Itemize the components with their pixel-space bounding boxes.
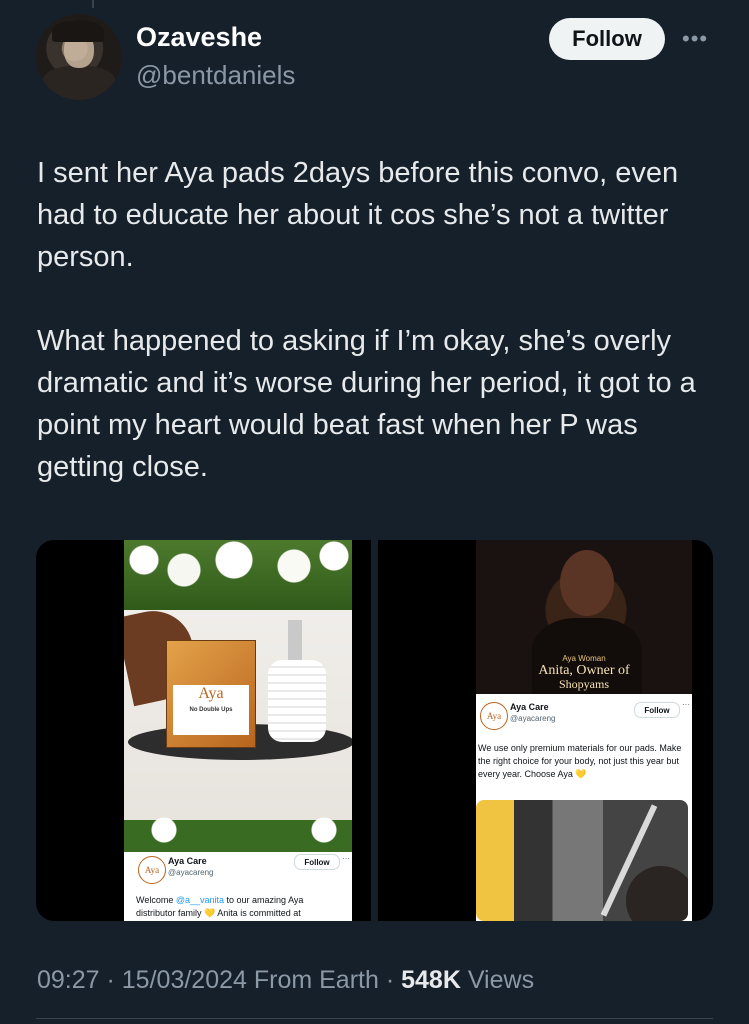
embedded-follow-button: Follow: [634, 702, 680, 718]
heart-icon: 💛: [204, 908, 216, 918]
aya-care-handle: @ayacareng: [510, 714, 556, 723]
divider: [36, 1018, 713, 1019]
embedded-tweet-text: Welcome @a__vanita to our amazing Aya di…: [136, 894, 340, 920]
embedded-mention: @a__vanita: [175, 895, 225, 905]
more-options-icon[interactable]: •••: [682, 26, 708, 52]
store-person-head: [626, 866, 688, 921]
tweet-source: From Earth: [253, 966, 379, 994]
heart-icon: 💛: [575, 769, 587, 779]
tweet-header: Ozaveshe @bentdaniels Follow •••: [36, 14, 716, 104]
avatar-hat: [52, 20, 104, 42]
embedded-tweet-card: Aya Aya Care @ayacareng Follow ··· Welco…: [124, 852, 352, 921]
separator: ·: [378, 966, 402, 994]
embedded-text-pre: Welcome: [136, 895, 176, 905]
portrait-title-line2: Shopyams: [558, 677, 609, 691]
tweet-text: I sent her Aya pads 2days before this co…: [37, 152, 717, 488]
product-photo: Aya No Double Ups: [124, 540, 352, 852]
views-label: Views: [467, 966, 535, 994]
flowers-decoration: [124, 540, 352, 610]
separator: ·: [99, 966, 122, 994]
aya-box-label: Aya No Double Ups: [173, 685, 249, 735]
aya-care-name: Aya Care: [168, 856, 207, 866]
tweet-paragraph: What happened to asking if I’m okay, she…: [37, 325, 696, 483]
embedded-more-icon: ···: [682, 700, 690, 709]
aya-care-avatar: Aya: [480, 702, 508, 730]
tweet-paragraph: I sent her Aya pads 2days before this co…: [37, 157, 679, 273]
follow-button[interactable]: Follow: [549, 18, 665, 60]
author-avatar[interactable]: [36, 14, 122, 100]
embedded-text-end: Anita is committed at: [215, 908, 301, 918]
flowers-bottom-decoration: [124, 810, 352, 852]
portrait-overline: Aya Woman: [562, 654, 606, 663]
dispenser-pump: [288, 620, 302, 660]
media-image-1[interactable]: Aya No Double Ups Aya Aya Care @ayacaren…: [36, 540, 371, 921]
embedded-follow-button: Follow: [294, 854, 340, 870]
portrait-caption: Aya Woman Anita, Owner of Shopyams: [476, 654, 692, 692]
tweet-date[interactable]: 15/03/2024: [122, 966, 247, 994]
embedded-more-icon: ···: [342, 854, 350, 863]
avatar-coat: [42, 66, 116, 100]
author-handle[interactable]: @bentdaniels: [136, 60, 295, 91]
aya-box-subtitle: No Double Ups: [189, 707, 233, 713]
store-photo: [476, 800, 688, 921]
aya-care-name: Aya Care: [510, 702, 549, 712]
portrait-head: [560, 550, 614, 616]
aya-box-brand: Aya: [198, 685, 224, 702]
aya-pads-box: Aya No Double Ups: [166, 640, 256, 748]
media-image-2[interactable]: Aya Woman Anita, Owner of Shopyams Aya A…: [378, 540, 713, 921]
tweet-time[interactable]: 09:27: [37, 966, 100, 994]
tweet-timestamp: 09:27 · 15/03/2024 From Earth · 548K Vie…: [37, 966, 534, 995]
media-grid: Aya No Double Ups Aya Aya Care @ayacaren…: [36, 540, 713, 921]
embedded-tweet-card: Aya Aya Care @ayacareng Follow ··· We us…: [476, 694, 692, 921]
aya-care-avatar: Aya: [138, 856, 166, 884]
author-display-name[interactable]: Ozaveshe: [136, 22, 262, 53]
soap-dispenser: [268, 660, 326, 742]
embedded-tweet-text: We use only premium materials for our pa…: [478, 742, 682, 781]
thread-connector-line: [92, 0, 94, 8]
portrait-photo: Aya Woman Anita, Owner of Shopyams: [476, 540, 692, 694]
views-count[interactable]: 548K: [401, 966, 461, 994]
aya-care-handle: @ayacareng: [168, 868, 214, 877]
